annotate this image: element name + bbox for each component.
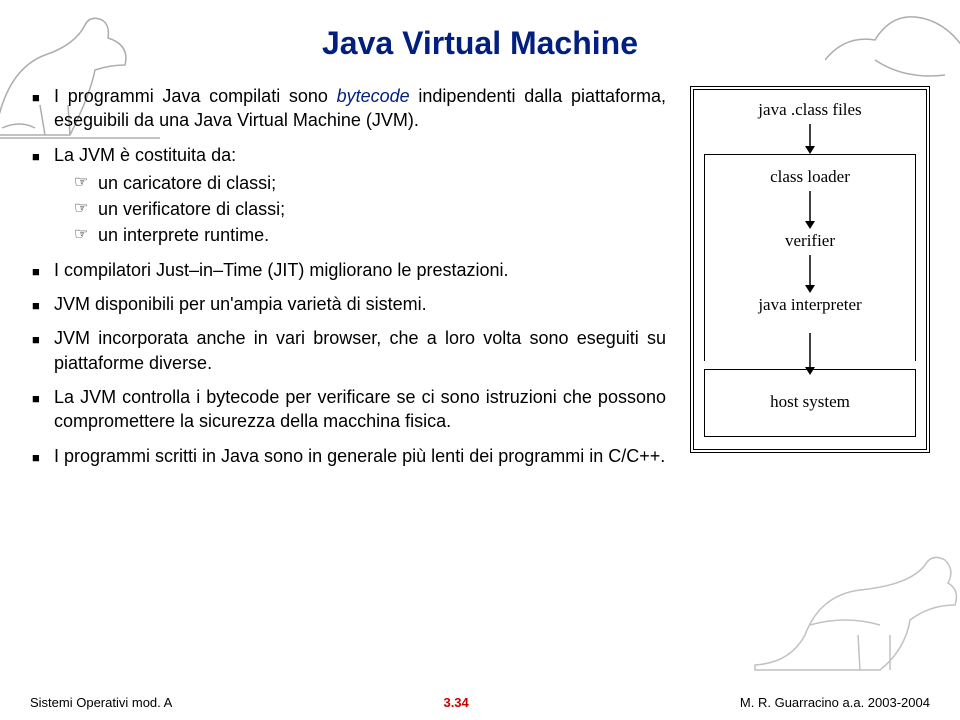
diagram-label-classfiles: java .class files	[758, 100, 861, 120]
footer-right: M. R. Guarracino a.a. 2003-2004	[740, 695, 930, 710]
bullet-2-text: La JVM è costituita da:	[54, 145, 236, 165]
diagram-label-verifier: verifier	[785, 231, 835, 251]
bullet-6: La JVM controlla i bytecode per verifica…	[30, 385, 666, 434]
diagram-label-host: host system	[770, 392, 850, 412]
diagram-jvm-box: class loader verifier java interpreter	[704, 154, 916, 333]
bullet-3: I compilatori Just–in–Time (JIT) miglior…	[30, 258, 666, 282]
bullet-2b: un verificatore di classi;	[54, 197, 666, 221]
footer-page-number: 3.34	[443, 695, 468, 710]
arrow-icon	[803, 191, 817, 229]
footer-left: Sistemi Operativi mod. A	[30, 695, 172, 710]
slide-title: Java Virtual Machine	[30, 25, 930, 62]
diagram-label-loader: class loader	[770, 167, 850, 187]
diagram-host-box: host system	[704, 369, 916, 437]
arrow-icon	[803, 333, 817, 375]
bullet-7: I programmi scritti in Java sono in gene…	[30, 444, 666, 468]
bullet-1-text-pre: I programmi Java compilati sono	[54, 86, 337, 106]
jvm-diagram: java .class files class loader verifier …	[690, 84, 930, 453]
arrow-icon	[803, 255, 817, 293]
bullet-list-container: I programmi Java compilati sono bytecode…	[30, 84, 666, 478]
footer: Sistemi Operativi mod. A 3.34 M. R. Guar…	[30, 695, 930, 710]
bullet-2c: un interprete runtime.	[54, 223, 666, 247]
bullet-1-emph: bytecode	[337, 86, 410, 106]
diagram-label-interpreter: java interpreter	[758, 295, 861, 315]
bullet-5: JVM incorporata anche in vari browser, c…	[30, 326, 666, 375]
bullet-1: I programmi Java compilati sono bytecode…	[30, 84, 666, 133]
arrow-icon	[803, 124, 817, 154]
bullet-2: La JVM è costituita da: un caricatore di…	[30, 143, 666, 248]
bullet-2a: un caricatore di classi;	[54, 171, 666, 195]
bullet-4: JVM disponibili per un'ampia varietà di …	[30, 292, 666, 316]
